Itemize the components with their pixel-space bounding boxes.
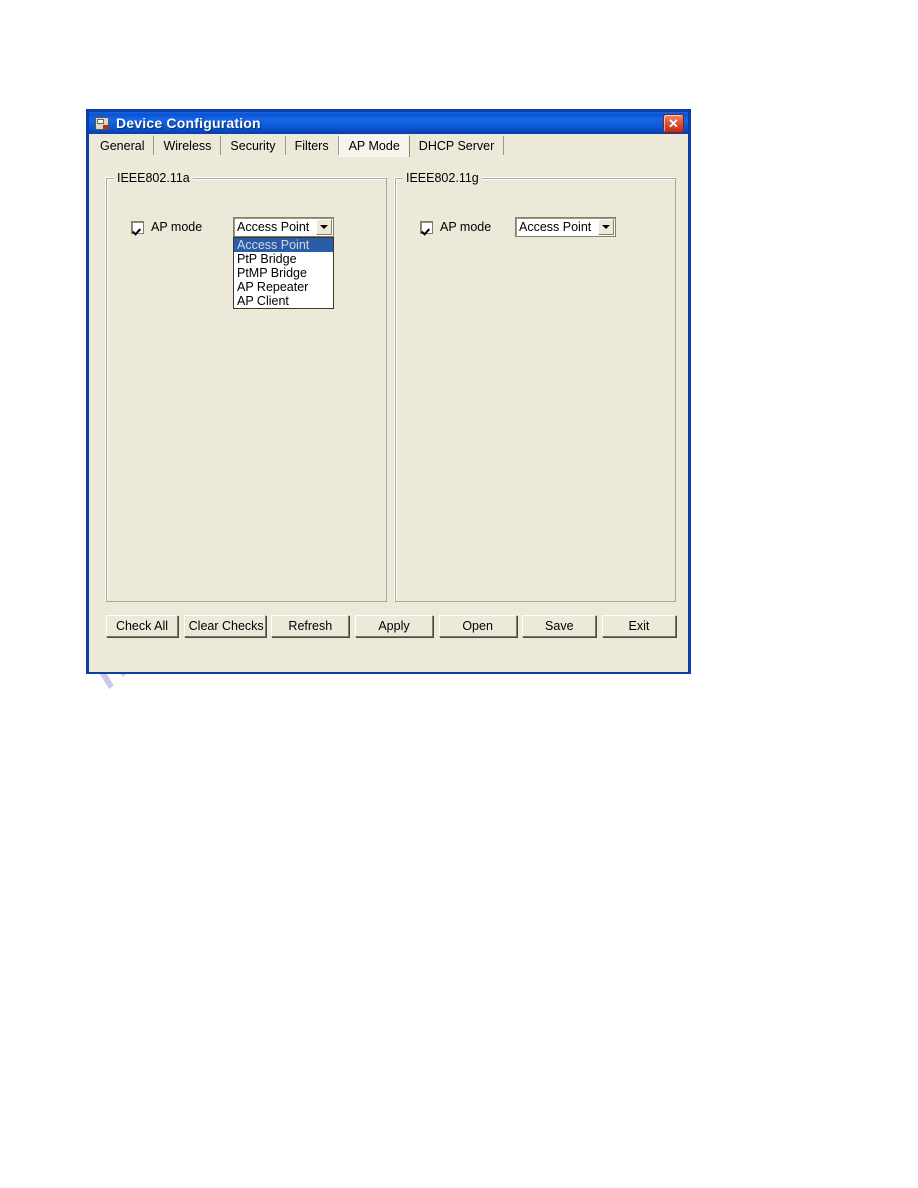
tab-wireless[interactable]: Wireless	[154, 136, 222, 156]
ap-mode-combobox-value-a: Access Point	[237, 220, 310, 234]
group-ieee80211a-title: IEEE802.11a	[114, 171, 193, 185]
ap-mode-combobox-g[interactable]: Access Point	[515, 217, 616, 237]
check-all-button[interactable]: Check All	[106, 615, 178, 637]
tabstrip-filler	[504, 136, 688, 156]
tab-general[interactable]: General	[91, 136, 155, 156]
ap-mode-checkbox-g[interactable]	[420, 220, 433, 234]
ap-mode-checkbox-row-a[interactable]: AP mode	[131, 220, 202, 234]
ap-mode-panel: IEEE802.11a AP mode Access Point Access …	[89, 156, 688, 672]
ap-mode-checkbox-row-g[interactable]: AP mode	[420, 220, 491, 234]
chevron-down-icon[interactable]	[598, 219, 614, 235]
tabstrip: General Wireless Security Filters AP Mod…	[89, 134, 688, 157]
dialog-button-bar: Check All Clear Checks Refresh Apply Ope…	[106, 615, 676, 637]
open-button[interactable]: Open	[438, 615, 517, 637]
close-icon[interactable]: ✕	[663, 113, 684, 133]
dropdown-option-ptp-bridge[interactable]: PtP Bridge	[234, 252, 333, 266]
tabs-row: General Wireless Security Filters AP Mod…	[91, 134, 688, 157]
ap-mode-dropdown-list-a[interactable]: Access Point PtP Bridge PtMP Bridge AP R…	[233, 237, 334, 309]
tab-ap-mode[interactable]: AP Mode	[338, 135, 410, 157]
dropdown-option-ptmp-bridge[interactable]: PtMP Bridge	[234, 266, 333, 280]
ap-mode-checkbox-a[interactable]	[131, 220, 144, 234]
tab-dhcp-server[interactable]: DHCP Server	[409, 136, 505, 156]
ap-mode-combobox-a[interactable]: Access Point	[233, 217, 334, 237]
ap-mode-combobox-value-g: Access Point	[519, 220, 592, 234]
exit-button[interactable]: Exit	[601, 615, 676, 637]
save-button[interactable]: Save	[522, 615, 597, 637]
dropdown-option-ap-client[interactable]: AP Client	[234, 294, 333, 308]
tab-security[interactable]: Security	[221, 136, 286, 156]
dropdown-option-ap-repeater[interactable]: AP Repeater	[234, 280, 333, 294]
window-title: Device Configuration	[116, 115, 261, 131]
device-configuration-window: Device Configuration ✕ General Wireless …	[86, 109, 691, 674]
apply-button[interactable]: Apply	[354, 615, 433, 637]
ap-mode-checkbox-label-g: AP mode	[440, 220, 492, 234]
clear-checks-button[interactable]: Clear Checks	[183, 615, 266, 637]
dropdown-option-access-point[interactable]: Access Point	[234, 238, 333, 252]
group-ieee80211a: IEEE802.11a AP mode Access Point Access …	[106, 171, 387, 602]
group-ieee80211g: IEEE802.11g AP mode Access Point	[395, 171, 676, 602]
chevron-down-icon[interactable]	[316, 219, 332, 235]
window-titlebar[interactable]: Device Configuration ✕	[86, 109, 691, 134]
tab-filters[interactable]: Filters	[285, 136, 339, 156]
device-config-icon	[94, 115, 111, 132]
group-ieee80211g-title: IEEE802.11g	[403, 171, 482, 185]
ap-mode-checkbox-label-a: AP mode	[151, 220, 203, 234]
refresh-button[interactable]: Refresh	[271, 615, 350, 637]
